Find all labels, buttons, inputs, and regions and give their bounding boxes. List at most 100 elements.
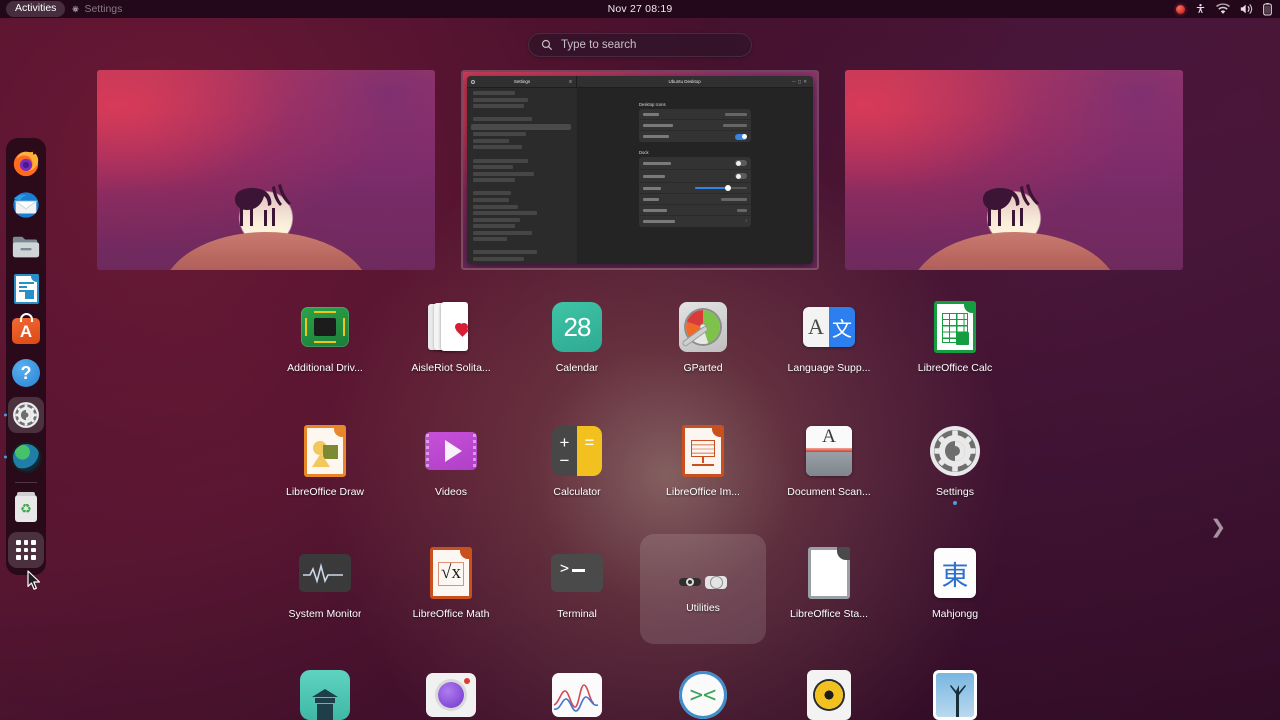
app-sound-recorder[interactable] bbox=[766, 656, 892, 720]
dock-separator bbox=[15, 482, 37, 483]
toggle-switch-on[interactable] bbox=[735, 133, 747, 140]
search-input[interactable]: Type to search bbox=[528, 33, 752, 57]
app-additional-drivers[interactable]: Additional Driv... bbox=[262, 288, 388, 398]
app-libreoffice-calc[interactable]: LibreOffice Calc bbox=[892, 288, 1018, 398]
window-preview-settings[interactable]: Settings ≡ Ubuntu Desktop ─◻✕ Desktop Ic… bbox=[467, 76, 813, 264]
app-cheese[interactable] bbox=[388, 656, 514, 720]
settings-content: Desktop Icons Dock › bbox=[577, 88, 813, 264]
dock-item-help[interactable]: ? bbox=[8, 355, 44, 391]
toggle-switch-off[interactable] bbox=[735, 160, 747, 166]
app-menu-label: Settings bbox=[84, 3, 123, 15]
settings-sidebar-selected[interactable] bbox=[471, 123, 571, 130]
app-label: AisleRiot Solita... bbox=[411, 362, 491, 374]
app-calendar[interactable]: 28 Calendar bbox=[514, 288, 640, 398]
app-terminal[interactable]: > Terminal bbox=[514, 534, 640, 644]
icon-size-slider[interactable] bbox=[695, 185, 747, 192]
app-system-monitor[interactable]: System Monitor bbox=[262, 534, 388, 644]
app-libreoffice-start[interactable]: LibreOffice Sta... bbox=[766, 534, 892, 644]
folder-icon bbox=[678, 545, 728, 595]
app-label: Mahjongg bbox=[931, 608, 979, 620]
gear-icon bbox=[13, 402, 39, 428]
translate-icon: A 文 bbox=[801, 299, 857, 355]
search-placeholder: Type to search bbox=[561, 39, 637, 51]
calendar-28-icon: 28 bbox=[549, 299, 605, 355]
gear-icon-glyph bbox=[930, 426, 980, 476]
gear-icon bbox=[72, 5, 80, 12]
mouse-cursor bbox=[27, 570, 41, 590]
app-folder-utilities[interactable]: Utilities bbox=[640, 534, 766, 644]
app-pagoda[interactable] bbox=[262, 656, 388, 720]
firefox-icon bbox=[13, 151, 39, 177]
workspace-thumbnail-3[interactable] bbox=[845, 70, 1183, 270]
next-page-arrow[interactable]: ❯ bbox=[1210, 518, 1226, 537]
terminal-icon: > bbox=[549, 545, 605, 601]
app-libreoffice-impress[interactable]: LibreOffice Im... bbox=[640, 412, 766, 522]
activities-button[interactable]: Activities bbox=[6, 1, 66, 17]
toggle-switch-off[interactable] bbox=[735, 173, 747, 179]
app-menu-button[interactable]: Settings bbox=[71, 3, 122, 15]
settings-sidebar[interactable] bbox=[467, 88, 577, 264]
draw-icon bbox=[297, 423, 353, 479]
dock-item-thunderbird[interactable] bbox=[8, 187, 44, 223]
app-grid-row-partial: >< bbox=[262, 656, 1018, 720]
calc-icon bbox=[927, 299, 983, 355]
app-libreoffice-draw[interactable]: LibreOffice Draw bbox=[262, 412, 388, 522]
calculator-icon: +− =. bbox=[549, 423, 605, 479]
app-label: Videos bbox=[435, 486, 467, 498]
settings-section-desktop-icons: Desktop Icons bbox=[639, 102, 666, 107]
graph-icon bbox=[549, 667, 605, 720]
app-aisleriot-solitaire[interactable]: AisleRiot Solita... bbox=[388, 288, 514, 398]
ubuntu-software-icon: A bbox=[12, 313, 40, 344]
clock[interactable]: Nov 27 08:19 bbox=[0, 3, 1280, 15]
app-videos[interactable]: Videos bbox=[388, 412, 514, 522]
dock-item-settings[interactable] bbox=[4, 397, 44, 433]
battery-icon[interactable] bbox=[1263, 2, 1272, 16]
camera-icon bbox=[423, 667, 479, 720]
app-image-viewer[interactable] bbox=[892, 656, 1018, 720]
app-document-scanner[interactable]: A Document Scan... bbox=[766, 412, 892, 522]
workspace-thumbnail-2-active[interactable]: Settings ≡ Ubuntu Desktop ─◻✕ Desktop Ic… bbox=[461, 70, 819, 270]
impress-icon bbox=[675, 423, 731, 479]
app-label: GParted bbox=[683, 362, 723, 374]
window-controls[interactable]: ─◻✕ bbox=[792, 79, 813, 85]
app-system-graph[interactable] bbox=[514, 656, 640, 720]
app-calculator[interactable]: +− =. Calculator bbox=[514, 412, 640, 522]
window-sidebar-title: Settings bbox=[513, 79, 531, 84]
wifi-icon[interactable] bbox=[1216, 3, 1230, 15]
workspace-thumbnail-1[interactable] bbox=[97, 70, 435, 270]
dock-item-firefox[interactable] bbox=[8, 145, 44, 181]
speaker-icon bbox=[801, 667, 857, 720]
app-settings[interactable]: Settings bbox=[892, 412, 1018, 522]
running-indicator bbox=[4, 413, 7, 417]
dock: A ? ♻ bbox=[4, 138, 46, 575]
app-remmina[interactable]: >< bbox=[640, 656, 766, 720]
dock-item-libreoffice-writer[interactable] bbox=[8, 271, 44, 307]
accessibility-icon[interactable] bbox=[1195, 3, 1206, 15]
app-language-support[interactable]: A 文 Language Supp... bbox=[766, 288, 892, 398]
chevron-right-icon: › bbox=[745, 218, 747, 224]
dock-item-disk-image-writer[interactable] bbox=[4, 439, 44, 475]
writer-icon bbox=[13, 273, 39, 304]
dock-item-show-applications[interactable] bbox=[8, 532, 44, 568]
app-libreoffice-math[interactable]: √x LibreOffice Math bbox=[388, 534, 514, 644]
app-grid-row: System Monitor √x LibreOffice Math > Ter… bbox=[262, 534, 1018, 644]
mahjongg-icon: 東 bbox=[927, 545, 983, 601]
app-label: LibreOffice Math bbox=[412, 608, 490, 620]
app-label: LibreOffice Sta... bbox=[789, 608, 868, 620]
app-label: Terminal bbox=[557, 608, 597, 620]
app-mahjongg[interactable]: 東 Mahjongg bbox=[892, 534, 1018, 644]
dock-item-files[interactable] bbox=[8, 229, 44, 265]
app-gparted[interactable]: GParted bbox=[640, 288, 766, 398]
files-icon bbox=[12, 236, 40, 258]
dock-item-trash[interactable]: ♻ bbox=[8, 490, 44, 526]
dock-item-ubuntu-software[interactable]: A bbox=[8, 313, 44, 349]
folder-label: Utilities bbox=[686, 602, 720, 614]
search-icon bbox=[541, 39, 553, 51]
volume-icon[interactable] bbox=[1240, 3, 1253, 15]
record-dot-icon[interactable] bbox=[1176, 4, 1185, 14]
app-label: Language Supp... bbox=[787, 362, 871, 374]
system-indicators[interactable] bbox=[1176, 0, 1280, 18]
globe-icon bbox=[12, 443, 40, 471]
workspace-thumbnails[interactable]: Settings ≡ Ubuntu Desktop ─◻✕ Desktop Ic… bbox=[0, 70, 1280, 270]
app-grid: Additional Driv... AisleRiot Solita... 2… bbox=[0, 288, 1280, 720]
